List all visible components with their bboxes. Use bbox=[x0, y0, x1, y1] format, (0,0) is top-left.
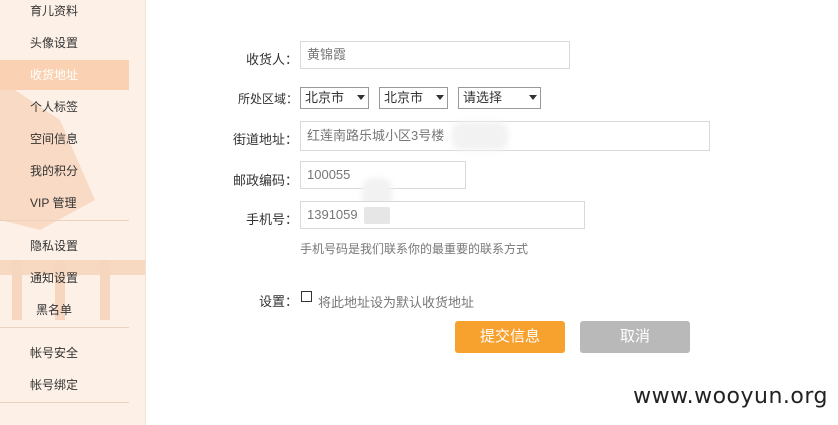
province-value: 北京市 bbox=[305, 90, 345, 105]
phone-hint: 手机号码是我们联系你的最重要的联系方式 bbox=[300, 242, 529, 256]
phone-input[interactable]: 1391059 bbox=[300, 201, 585, 229]
sidebar-item-notifications[interactable]: 通知设置 bbox=[0, 263, 129, 293]
sidebar-item-account-binding[interactable]: 帐号绑定 bbox=[0, 370, 129, 400]
chevron-down-icon bbox=[357, 95, 365, 100]
sidebar-item-avatar-settings[interactable]: 头像设置 bbox=[0, 28, 129, 58]
sidebar-divider bbox=[0, 402, 129, 403]
sidebar-item-personal-tags[interactable]: 个人标签 bbox=[0, 92, 129, 122]
sidebar-item-parenting-info[interactable]: 育儿资料 bbox=[0, 0, 129, 26]
city-select[interactable]: 北京市 bbox=[379, 87, 448, 109]
phone-label: 手机号： bbox=[245, 212, 298, 227]
default-address-label[interactable]: 将此地址设为默认收货地址 bbox=[318, 292, 474, 311]
redaction-blur bbox=[452, 122, 508, 150]
recipient-input[interactable]: 黄锦霞 bbox=[300, 41, 570, 69]
sidebar-item-blacklist[interactable]: 黑名单 bbox=[0, 295, 129, 325]
sidebar: 育儿资料 头像设置 收货地址 个人标签 空间信息 我的积分 VIP 管理 隐私设… bbox=[0, 0, 146, 425]
submit-button[interactable]: 提交信息 bbox=[455, 321, 565, 353]
chevron-down-icon bbox=[529, 95, 537, 100]
sidebar-item-vip[interactable]: VIP 管理 bbox=[0, 188, 129, 218]
sidebar-divider bbox=[0, 327, 129, 328]
recipient-label: 收货人： bbox=[245, 52, 298, 67]
sidebar-item-shipping-address[interactable]: 收货地址 bbox=[0, 60, 129, 90]
sidebar-item-space-info[interactable]: 空间信息 bbox=[0, 124, 129, 154]
street-label: 街道地址： bbox=[232, 132, 298, 147]
sidebar-item-account-security[interactable]: 帐号安全 bbox=[0, 338, 129, 368]
watermark: www.wooyun.org bbox=[633, 384, 828, 409]
redaction-blur bbox=[364, 207, 390, 224]
default-address-checkbox[interactable] bbox=[301, 291, 312, 302]
sidebar-item-my-points[interactable]: 我的积分 bbox=[0, 156, 129, 186]
province-select[interactable]: 北京市 bbox=[300, 87, 369, 109]
region-label: 所处区域： bbox=[237, 92, 298, 106]
settings-label: 设置： bbox=[258, 294, 298, 309]
chevron-down-icon bbox=[436, 95, 444, 100]
district-value: 请选择 bbox=[463, 90, 503, 105]
city-value: 北京市 bbox=[384, 90, 424, 105]
district-select[interactable]: 请选择 bbox=[458, 87, 541, 109]
cancel-button[interactable]: 取消 bbox=[580, 321, 690, 353]
sidebar-divider bbox=[0, 220, 129, 221]
sidebar-item-privacy[interactable]: 隐私设置 bbox=[0, 231, 129, 261]
postcode-label: 邮政编码： bbox=[232, 173, 298, 188]
